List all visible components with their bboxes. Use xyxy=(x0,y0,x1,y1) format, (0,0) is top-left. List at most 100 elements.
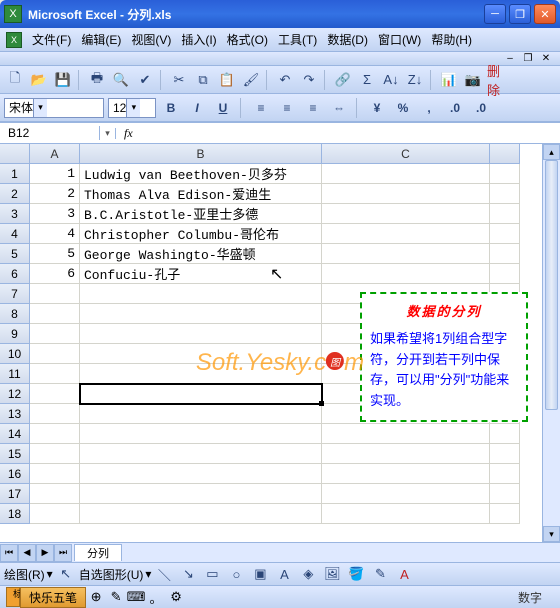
redo-icon[interactable]: ↷ xyxy=(298,69,320,91)
cell-C14[interactable] xyxy=(322,424,490,444)
close-button[interactable]: ✕ xyxy=(534,4,556,24)
cell-C4[interactable] xyxy=(322,224,490,244)
row-header-8[interactable]: 8 xyxy=(0,304,30,324)
sum-icon[interactable]: Σ xyxy=(356,69,378,91)
cell-edge-6[interactable] xyxy=(490,264,520,284)
cell-edge-2[interactable] xyxy=(490,184,520,204)
cell-A4[interactable]: 4 xyxy=(30,224,80,244)
row-header-11[interactable]: 11 xyxy=(0,364,30,384)
clipart-icon[interactable]: 🖼 xyxy=(321,563,343,585)
preview-icon[interactable]: 🔍 xyxy=(110,69,132,91)
merge-icon[interactable]: ⇔ xyxy=(328,98,350,118)
cell-A12[interactable] xyxy=(30,384,80,404)
vertical-scrollbar[interactable]: ▴ ▾ xyxy=(542,144,560,542)
row-header-2[interactable]: 2 xyxy=(0,184,30,204)
menu-file[interactable]: 文件(F) xyxy=(28,29,75,50)
cell-B10[interactable] xyxy=(80,344,322,364)
sort-desc-icon[interactable]: Z↓ xyxy=(404,69,426,91)
arrow-icon[interactable]: ↘ xyxy=(177,563,199,585)
maximize-button[interactable]: ❐ xyxy=(509,4,531,24)
menu-edit[interactable]: 编辑(E) xyxy=(77,29,125,50)
row-header-4[interactable]: 4 xyxy=(0,224,30,244)
open-icon[interactable]: 📂 xyxy=(28,69,50,91)
cell-A6[interactable]: 6 xyxy=(30,264,80,284)
ime-icon-4[interactable]: 。 xyxy=(146,588,166,606)
cell-edge-15[interactable] xyxy=(490,444,520,464)
cell-A7[interactable] xyxy=(30,284,80,304)
tab-last-icon[interactable]: ⏭ xyxy=(54,544,72,562)
cell-B15[interactable] xyxy=(80,444,322,464)
cell-B6[interactable]: Confuciu-孔子 xyxy=(80,264,322,284)
decimal-dec-icon[interactable]: .0 xyxy=(470,98,492,118)
menu-view[interactable]: 视图(V) xyxy=(127,29,175,50)
cell-B11[interactable] xyxy=(80,364,322,384)
cell-edge-16[interactable] xyxy=(490,464,520,484)
scroll-thumb[interactable] xyxy=(545,160,558,410)
cell-A14[interactable] xyxy=(30,424,80,444)
camera-icon[interactable]: 📷 xyxy=(462,69,484,91)
cell-edge-1[interactable] xyxy=(490,164,520,184)
hyperlink-icon[interactable]: 🔗 xyxy=(332,69,354,91)
child-restore-button[interactable]: ❐ xyxy=(522,54,534,64)
row-header-12[interactable]: 12 xyxy=(0,384,30,404)
percent-icon[interactable]: % xyxy=(392,98,414,118)
menu-format[interactable]: 格式(O) xyxy=(223,29,272,50)
cell-B14[interactable] xyxy=(80,424,322,444)
row-header-7[interactable]: 7 xyxy=(0,284,30,304)
child-close-button[interactable]: ✕ xyxy=(540,54,552,64)
system-icon[interactable]: X xyxy=(6,32,22,48)
ime-icon-3[interactable]: ⌨ xyxy=(126,588,146,606)
autoshape-menu[interactable]: 自选图形(U) xyxy=(79,566,144,583)
ime-icon-2[interactable]: ✎ xyxy=(106,588,126,606)
tab-prev-icon[interactable]: ◀ xyxy=(18,544,36,562)
row-header-3[interactable]: 3 xyxy=(0,204,30,224)
cell-A3[interactable]: 3 xyxy=(30,204,80,224)
cell-A5[interactable]: 5 xyxy=(30,244,80,264)
cell-A15[interactable] xyxy=(30,444,80,464)
col-header-B[interactable]: B xyxy=(80,144,322,164)
currency-icon[interactable]: ¥ xyxy=(366,98,388,118)
cell-C5[interactable] xyxy=(322,244,490,264)
cell-B7[interactable] xyxy=(80,284,322,304)
row-header-18[interactable]: 18 xyxy=(0,504,30,524)
cell-B18[interactable] xyxy=(80,504,322,524)
font-select[interactable]: 宋体▾ xyxy=(4,98,104,118)
col-header-C[interactable]: C xyxy=(322,144,490,164)
row-header-1[interactable]: 1 xyxy=(0,164,30,184)
copy-icon[interactable]: ⧉ xyxy=(192,69,214,91)
fill-icon[interactable]: 🪣 xyxy=(345,563,367,585)
select-icon[interactable]: ↖ xyxy=(55,563,77,585)
decimal-inc-icon[interactable]: .0 xyxy=(444,98,466,118)
chart-icon[interactable]: 📊 xyxy=(438,69,460,91)
menu-help[interactable]: 帮助(H) xyxy=(427,29,476,50)
menu-tools[interactable]: 工具(T) xyxy=(274,29,321,50)
cell-B8[interactable] xyxy=(80,304,322,324)
format-painter-icon[interactable]: 🖌 xyxy=(240,69,262,91)
undo-icon[interactable]: ↶ xyxy=(274,69,296,91)
oval-icon[interactable]: ○ xyxy=(225,563,247,585)
row-header-13[interactable]: 13 xyxy=(0,404,30,424)
cell-edge-3[interactable] xyxy=(490,204,520,224)
row-header-16[interactable]: 16 xyxy=(0,464,30,484)
cell-A18[interactable] xyxy=(30,504,80,524)
cell-B16[interactable] xyxy=(80,464,322,484)
cell-C6[interactable] xyxy=(322,264,490,284)
cell-B1[interactable]: Ludwig van Beethoven-贝多芬 xyxy=(80,164,322,184)
row-header-14[interactable]: 14 xyxy=(0,424,30,444)
textbox-icon[interactable]: ▣ xyxy=(249,563,271,585)
ime-indicator[interactable]: 标 xyxy=(6,587,20,607)
menu-data[interactable]: 数据(D) xyxy=(323,29,372,50)
cell-B9[interactable] xyxy=(80,324,322,344)
cell-A11[interactable] xyxy=(30,364,80,384)
cell-edge-14[interactable] xyxy=(490,424,520,444)
cell-C17[interactable] xyxy=(322,484,490,504)
sheet-tab-current[interactable]: 分列 xyxy=(74,544,122,561)
comma-icon[interactable]: , xyxy=(418,98,440,118)
col-header-edge[interactable] xyxy=(490,144,520,164)
menu-window[interactable]: 窗口(W) xyxy=(374,29,425,50)
row-header-6[interactable]: 6 xyxy=(0,264,30,284)
align-right-icon[interactable]: ≡ xyxy=(302,98,324,118)
tab-first-icon[interactable]: ⏮ xyxy=(0,544,18,562)
cell-B12[interactable] xyxy=(80,384,322,404)
cell-A2[interactable]: 2 xyxy=(30,184,80,204)
